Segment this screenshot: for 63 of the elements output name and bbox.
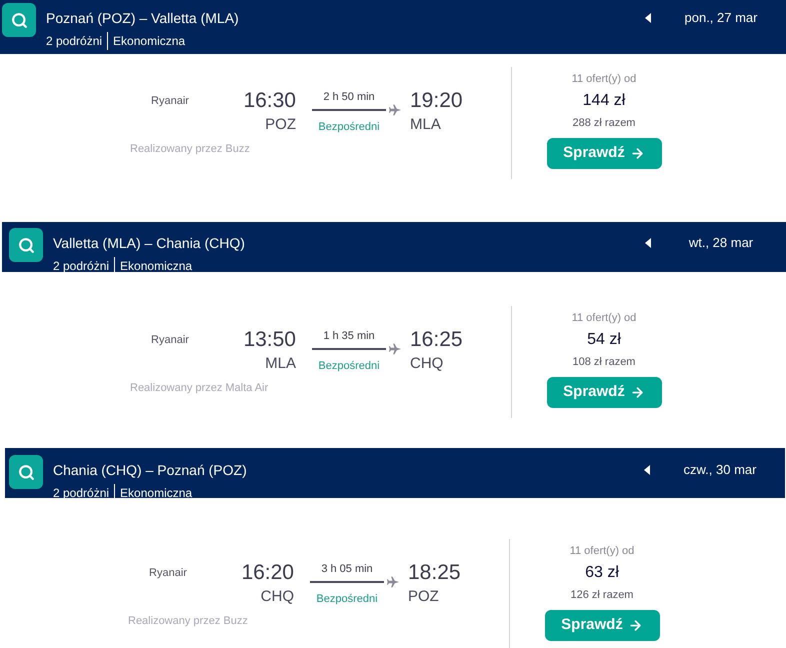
flight-date: wt., 28 mar: [688, 234, 754, 252]
flight-duration: 1 h 35 min: [323, 329, 375, 344]
departure-time: 16:20: [241, 561, 294, 585]
search-button[interactable]: [9, 455, 43, 489]
offers-count: 11 ofert(y) od: [572, 311, 636, 326]
arrival-airport: MLA: [410, 115, 441, 135]
flight-duration: 3 h 05 min: [321, 562, 373, 577]
departure-time: 13:50: [243, 328, 296, 352]
operated-by-note: Realizowany przez Malta Air: [130, 381, 268, 396]
arrival-time: 19:20: [410, 89, 463, 113]
search-button[interactable]: [9, 228, 43, 262]
price-per-person: 54 zł: [587, 330, 621, 350]
airline-name: Ryanair: [151, 333, 189, 348]
check-button[interactable]: Sprawdź: [546, 377, 662, 408]
total-price: 288 zł razem: [572, 116, 636, 131]
offers-count: 11 ofert(y) od: [572, 72, 636, 87]
departure-time: 16:30: [243, 89, 296, 113]
plane-icon: [389, 104, 401, 116]
route-title: Chania (CHQ) – Poznań (POZ): [53, 461, 247, 480]
flight-date: czw., 30 mar: [682, 461, 758, 480]
search-icon: [10, 12, 28, 28]
stops-info: Bezpośredni: [318, 359, 380, 374]
departure-airport: MLA: [265, 354, 296, 374]
arrow-right-icon: [630, 385, 645, 400]
search-button[interactable]: [2, 3, 36, 37]
operated-by-note: Realizowany przez Buzz: [128, 614, 248, 629]
caret-left-icon[interactable]: [645, 13, 651, 23]
arrival-airport: CHQ: [410, 354, 444, 374]
price-per-person: 144 zł: [582, 91, 626, 111]
plane-icon: [387, 576, 399, 588]
arrow-right-icon: [628, 618, 643, 633]
caret-left-icon[interactable]: [645, 238, 651, 248]
route-title: Valletta (MLA) – Chania (CHQ): [53, 234, 245, 253]
search-icon: [18, 464, 34, 480]
travelers-count: 2 podróżni: [46, 33, 102, 50]
airline-name: Ryanair: [151, 94, 189, 109]
caret-left-icon[interactable]: [644, 465, 650, 475]
flight-date: pon., 27 mar: [684, 9, 758, 28]
cabin-class: Ekonomiczna: [120, 258, 192, 275]
travelers-count: 2 podróżni: [53, 258, 110, 275]
flight-duration: 2 h 50 min: [323, 90, 375, 105]
airline-name: Ryanair: [149, 566, 187, 581]
departure-airport: CHQ: [260, 587, 294, 607]
search-icon: [18, 236, 34, 254]
price-per-person: 63 zł: [585, 563, 619, 583]
total-price: 108 zł razem: [572, 355, 636, 370]
offers-count: 11 ofert(y) od: [570, 544, 634, 559]
check-button[interactable]: Sprawdź: [544, 610, 660, 641]
plane-icon: [389, 343, 401, 355]
arrival-time: 18:25: [408, 561, 461, 585]
route-title: Poznań (POZ) – Valletta (MLA): [46, 9, 239, 28]
cabin-class: Ekonomiczna: [120, 485, 192, 502]
stops-info: Bezpośredni: [318, 120, 380, 135]
cabin-class: Ekonomiczna: [113, 33, 186, 50]
total-price: 126 zł razem: [570, 588, 634, 603]
arrow-right-icon: [630, 146, 645, 161]
check-button[interactable]: Sprawdź: [546, 138, 662, 169]
arrival-airport: POZ: [408, 587, 439, 607]
operated-by-note: Realizowany przez Buzz: [130, 142, 250, 157]
departure-airport: POZ: [265, 115, 296, 135]
travelers-count: 2 podróżni: [53, 485, 110, 502]
arrival-time: 16:25: [410, 328, 463, 352]
stops-info: Bezpośredni: [316, 592, 378, 607]
